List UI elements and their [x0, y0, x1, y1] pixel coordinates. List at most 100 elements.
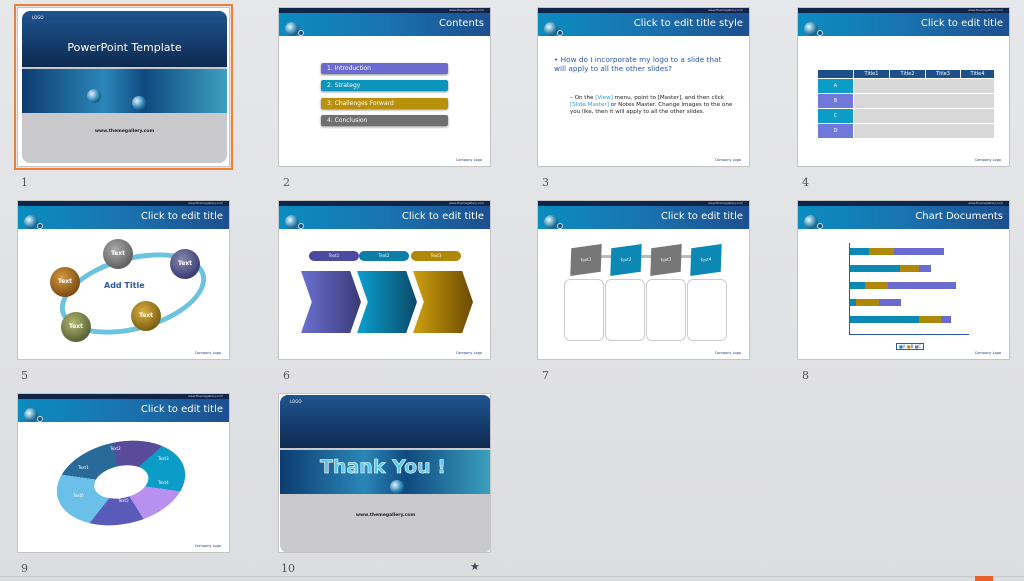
- globe-icon: [544, 215, 558, 229]
- step-cube: Text4: [690, 244, 722, 276]
- footer-text: Company Logo: [714, 158, 741, 162]
- content-box: [687, 279, 727, 341]
- title-slide-background: LOGO PowerPoint Template www.themegaller…: [22, 11, 227, 163]
- globe-icon: [285, 215, 299, 229]
- footer-text: Company Logo: [455, 351, 482, 355]
- chevron-arrow: [413, 271, 473, 333]
- slide-thumbnail-9[interactable]: www.themegallery.com Click to edit title…: [17, 393, 230, 553]
- chevron-arrow: [301, 271, 361, 333]
- slide-title: Click to edit title: [140, 211, 223, 222]
- slide-title: PowerPoint Template: [67, 41, 182, 54]
- slide-thumbnail-8[interactable]: www.themegallery.com Chart Documents ■A …: [797, 200, 1010, 360]
- footer-text: Company Logo: [714, 351, 741, 355]
- globe-icon: [24, 215, 38, 229]
- column-header: Title3: [926, 70, 960, 78]
- row-header: A: [818, 79, 853, 93]
- content-box: [605, 279, 645, 341]
- footer-text: Company Logo: [455, 158, 482, 162]
- cycle-bubble: Text: [50, 267, 80, 297]
- slide-number: 8: [802, 369, 809, 382]
- column-header: Title1: [854, 70, 889, 78]
- banner-image: [22, 69, 227, 113]
- bar-segment: [887, 282, 957, 289]
- row-header: D: [818, 124, 853, 138]
- thank-you-text: Thank You !: [320, 456, 447, 479]
- logo-text: LOGO: [290, 399, 302, 404]
- footer-text: Company Logo: [974, 158, 1001, 162]
- slide-title: Click to edit title style: [633, 18, 743, 29]
- footer-text: Company Logo: [974, 351, 1001, 355]
- data-table: Title1 Title2 Title3 Title4 A B C D: [818, 70, 994, 140]
- row-header: B: [818, 94, 853, 108]
- footer-text: Company Logo: [194, 544, 221, 548]
- logo-text: LOGO: [32, 15, 44, 20]
- bar-segment: [941, 316, 952, 323]
- slide-number: 3: [542, 176, 549, 189]
- contents-item: 1. Introduction: [321, 63, 448, 74]
- contents-item: 3. Challenges Forward: [321, 98, 448, 109]
- slide-thumbnail-1[interactable]: LOGO PowerPoint Template www.themegaller…: [14, 4, 233, 170]
- stacked-bar-chart: [849, 243, 969, 335]
- bar-segment: [850, 282, 865, 289]
- slide-number: 6: [283, 369, 290, 382]
- chevron-arrow: [357, 271, 417, 333]
- step-cube: Text3: [650, 244, 682, 276]
- slide-number: 9: [21, 562, 28, 575]
- step-label: Text2: [359, 251, 409, 261]
- segment-label: Text3: [158, 456, 169, 461]
- slide-number: 2: [283, 176, 290, 189]
- slide-thumbnail-5[interactable]: www.themegallery.com Click to edit title…: [17, 200, 230, 360]
- globe-icon: [24, 408, 38, 422]
- slide-title: Chart Documents: [915, 211, 1003, 222]
- url-text: www.themegallery.com: [355, 513, 416, 518]
- slide-title: Click to edit title: [660, 211, 743, 222]
- segment-label: Text6: [73, 493, 84, 498]
- slide-number: 7: [542, 369, 549, 382]
- slide-title: Click to edit title: [401, 211, 484, 222]
- banner-image: Thank You !: [280, 450, 490, 494]
- segment-label: Text4: [158, 480, 169, 485]
- star-icon[interactable]: ★: [470, 560, 480, 573]
- bullet-text: • How do I incorporate my logo to a slid…: [554, 55, 722, 73]
- slide-thumbnail-6[interactable]: www.themegallery.com Click to edit title…: [278, 200, 491, 360]
- cycle-bubble: Text: [131, 301, 161, 331]
- bar-segment: [850, 316, 919, 323]
- bar-segment: [865, 282, 888, 289]
- slide-thumbnail-2[interactable]: www.themegallery.com Contents 1. Introdu…: [278, 7, 491, 167]
- bar-segment: [868, 248, 894, 255]
- bar-segment: [856, 299, 879, 306]
- cycle-bubble: Text: [170, 249, 200, 279]
- title-slide-background: LOGO Thank You ! www.themegallery.com: [280, 395, 490, 552]
- step-cube: Text2: [610, 244, 642, 276]
- slide-number: 10: [281, 562, 295, 575]
- bar-segment: [878, 299, 902, 306]
- column-header: Title4: [961, 70, 994, 78]
- globe-icon: [544, 22, 558, 36]
- footer-text: Company Logo: [194, 351, 221, 355]
- bar-segment: [850, 265, 900, 272]
- chart-legend: ■A ■B ■C: [896, 343, 925, 350]
- slide-thumbnail-10[interactable]: LOGO Thank You ! www.themegallery.com: [278, 393, 491, 553]
- slide-thumbnail-7[interactable]: www.themegallery.com Click to edit title…: [537, 200, 750, 360]
- globe-icon: [804, 22, 818, 36]
- bar-segment: [918, 316, 942, 323]
- slide-number: 1: [21, 176, 28, 189]
- slide-thumbnail-3[interactable]: www.themegallery.com Click to edit title…: [537, 7, 750, 167]
- step-label: Text1: [309, 251, 359, 261]
- segment-label: Text1: [78, 465, 89, 470]
- globe-icon: [804, 215, 818, 229]
- content-box: [564, 279, 604, 341]
- bar-segment: [900, 265, 919, 272]
- bar-segment: [893, 248, 944, 255]
- slide-title: Click to edit title: [140, 404, 223, 415]
- url-text: www.themegallery.com: [94, 129, 155, 134]
- slide-number: 5: [21, 369, 28, 382]
- divider: [0, 576, 1024, 577]
- center-title: Add Title: [104, 281, 145, 290]
- slide-number: 4: [802, 176, 809, 189]
- donut-chart: [48, 429, 194, 537]
- slide-title: Contents: [439, 18, 484, 29]
- step-label: Text3: [411, 251, 461, 261]
- slide-thumbnail-4[interactable]: www.themegallery.com Click to edit title…: [797, 7, 1010, 167]
- bar-segment: [850, 248, 869, 255]
